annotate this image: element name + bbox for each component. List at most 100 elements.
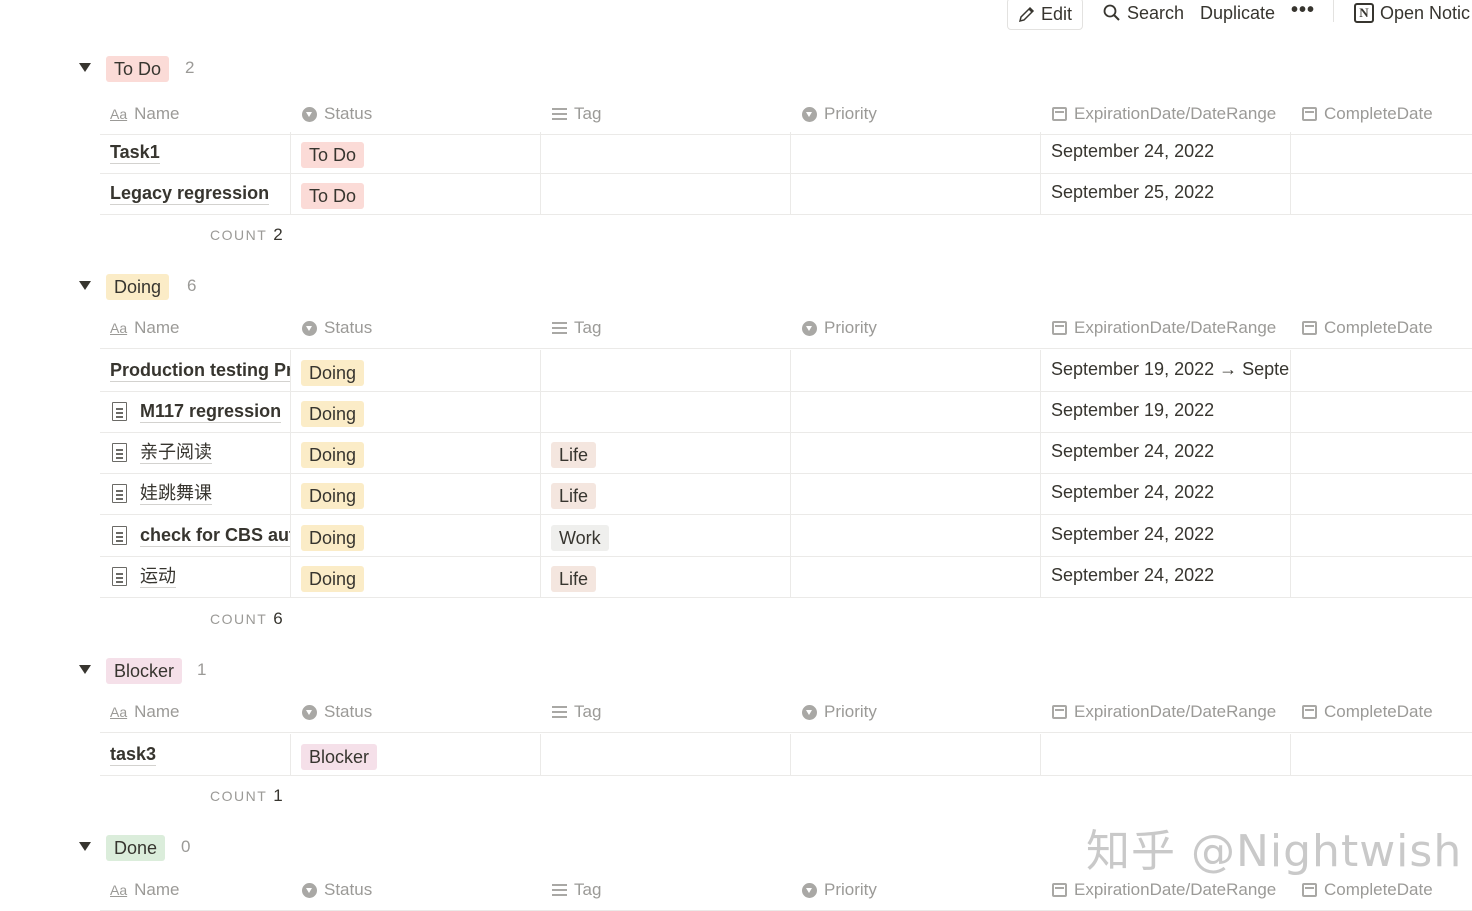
priority-cell[interactable] (790, 734, 1040, 775)
column-header-priority[interactable]: Priority (802, 870, 877, 910)
column-header-complete[interactable]: CompleteDate (1302, 692, 1433, 732)
complete-date-cell[interactable] (1290, 391, 1472, 432)
tag-cell[interactable] (540, 173, 790, 214)
column-header-status[interactable]: Status (302, 308, 372, 348)
row-title[interactable]: 娃跳舞课 (140, 482, 212, 505)
priority-cell[interactable] (790, 132, 1040, 173)
tag-badge[interactable]: Work (551, 525, 609, 551)
priority-cell[interactable] (790, 391, 1040, 432)
count-footer[interactable]: COUNT 1 (210, 786, 283, 812)
open-notion-button[interactable]: N Open Notic (1354, 0, 1470, 26)
edit-button[interactable]: Edit (1007, 0, 1083, 30)
priority-cell[interactable] (790, 173, 1040, 214)
row-title[interactable]: M117 regression (140, 400, 281, 423)
table-row[interactable]: M117 regression Doing September 19, 2022 (100, 391, 1472, 433)
status-badge[interactable]: Doing (301, 525, 364, 551)
table-row[interactable]: Legacy regression To Do September 25, 20… (100, 173, 1472, 215)
tag-cell[interactable] (540, 391, 790, 432)
complete-date-cell[interactable] (1290, 432, 1472, 473)
column-header-status[interactable]: Status (302, 94, 372, 134)
table-row[interactable]: task3 Blocker (100, 734, 1472, 776)
expiration-date-cell[interactable] (1040, 734, 1290, 775)
tag-badge[interactable]: Life (551, 442, 596, 468)
row-title[interactable]: check for CBS auto (140, 524, 290, 547)
row-title[interactable]: task3 (110, 743, 156, 766)
tag-cell[interactable] (540, 350, 790, 391)
row-title[interactable]: Production testing Pre| (110, 359, 290, 382)
count-footer[interactable]: COUNT 2 (210, 225, 283, 251)
column-header-name[interactable]: AaName (110, 870, 179, 910)
table-row[interactable]: Production testing Pre| Doing September … (100, 350, 1472, 392)
collapse-toggle-icon[interactable] (79, 665, 91, 674)
expiration-date[interactable]: September 24, 2022 (1051, 482, 1214, 503)
group-label[interactable]: Blocker (106, 658, 182, 684)
table-row[interactable]: 运动 Doing Life September 24, 2022 (100, 556, 1472, 598)
status-badge[interactable]: Doing (301, 442, 364, 468)
table-row[interactable]: 亲子阅读 Doing Life September 24, 2022 (100, 432, 1472, 474)
column-header-expiration[interactable]: ExpirationDate/DateRange (1052, 94, 1276, 134)
expiration-date[interactable]: September 24, 2022 (1051, 565, 1214, 586)
more-options-icon[interactable]: ••• (1291, 0, 1315, 23)
collapse-toggle-icon[interactable] (79, 842, 91, 851)
column-header-expiration[interactable]: ExpirationDate/DateRange (1052, 692, 1276, 732)
row-title[interactable]: Legacy regression (110, 182, 269, 205)
column-header-status[interactable]: Status (302, 870, 372, 910)
complete-date-cell[interactable] (1290, 734, 1472, 775)
status-badge[interactable]: Doing (301, 360, 364, 386)
search-button[interactable]: Search (1103, 0, 1184, 26)
priority-cell[interactable] (790, 473, 1040, 514)
row-title[interactable]: 运动 (140, 565, 176, 588)
table-row[interactable]: Task1 To Do September 24, 2022 (100, 132, 1472, 174)
status-badge[interactable]: Doing (301, 566, 364, 592)
column-header-name[interactable]: AaName (110, 692, 179, 732)
complete-date-cell[interactable] (1290, 515, 1472, 556)
tag-cell[interactable] (540, 132, 790, 173)
column-header-name[interactable]: AaName (110, 94, 179, 134)
row-title[interactable]: Task1 (110, 141, 160, 164)
expiration-date[interactable]: September 19, 2022 (1051, 400, 1214, 421)
group-label[interactable]: To Do (106, 56, 169, 82)
complete-date-cell[interactable] (1290, 556, 1472, 597)
status-badge[interactable]: Blocker (301, 744, 377, 770)
column-header-priority[interactable]: Priority (802, 308, 877, 348)
priority-cell[interactable] (790, 515, 1040, 556)
expiration-date[interactable]: September 19, 2022 → Septem (1051, 359, 1290, 380)
count-footer[interactable]: COUNT 6 (210, 609, 283, 635)
table-row[interactable]: check for CBS auto Doing Work September … (100, 515, 1472, 557)
complete-date-cell[interactable] (1290, 132, 1472, 173)
group-label[interactable]: Done (106, 835, 165, 861)
expiration-date[interactable]: September 24, 2022 (1051, 524, 1214, 545)
complete-date-cell[interactable] (1290, 473, 1472, 514)
tag-badge[interactable]: Life (551, 566, 596, 592)
expiration-date[interactable]: September 25, 2022 (1051, 182, 1214, 203)
column-header-name[interactable]: AaName (110, 308, 179, 348)
priority-cell[interactable] (790, 350, 1040, 391)
status-badge[interactable]: Doing (301, 401, 364, 427)
status-badge[interactable]: To Do (301, 142, 364, 168)
column-header-tag[interactable]: Tag (552, 94, 601, 134)
priority-cell[interactable] (790, 556, 1040, 597)
row-title[interactable]: 亲子阅读 (140, 441, 212, 464)
collapse-toggle-icon[interactable] (79, 281, 91, 290)
tag-badge[interactable]: Life (551, 483, 596, 509)
table-row[interactable]: 娃跳舞课 Doing Life September 24, 2022 (100, 473, 1472, 515)
column-header-priority[interactable]: Priority (802, 692, 877, 732)
column-header-complete[interactable]: CompleteDate (1302, 94, 1433, 134)
status-badge[interactable]: Doing (301, 483, 364, 509)
priority-cell[interactable] (790, 432, 1040, 473)
group-label[interactable]: Doing (106, 274, 169, 300)
column-header-tag[interactable]: Tag (552, 692, 601, 732)
collapse-toggle-icon[interactable] (79, 63, 91, 72)
column-header-tag[interactable]: Tag (552, 308, 601, 348)
tag-cell[interactable] (540, 734, 790, 775)
expiration-date[interactable]: September 24, 2022 (1051, 141, 1214, 162)
column-header-expiration[interactable]: ExpirationDate/DateRange (1052, 308, 1276, 348)
status-badge[interactable]: To Do (301, 183, 364, 209)
column-header-status[interactable]: Status (302, 692, 372, 732)
expiration-date[interactable]: September 24, 2022 (1051, 441, 1214, 462)
duplicate-button[interactable]: Duplicate (1200, 0, 1275, 26)
column-header-tag[interactable]: Tag (552, 870, 601, 910)
column-header-priority[interactable]: Priority (802, 94, 877, 134)
column-header-complete[interactable]: CompleteDate (1302, 308, 1433, 348)
complete-date-cell[interactable] (1290, 173, 1472, 214)
